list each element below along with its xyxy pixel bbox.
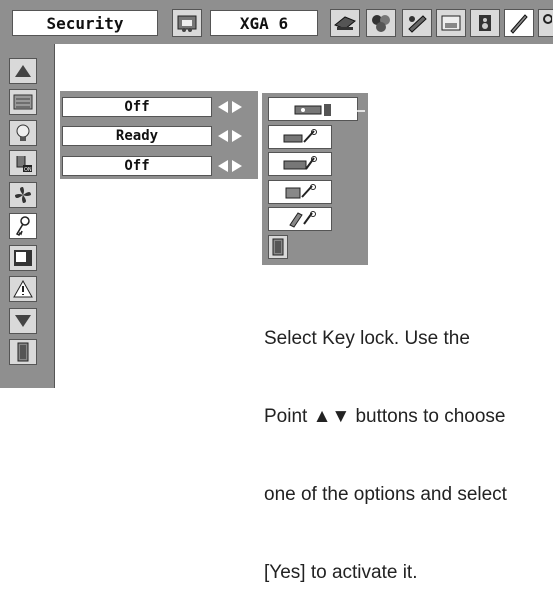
source-label: XGA 6 [210,10,318,36]
left-right-arrow-icon[interactable] [216,126,244,146]
fan-icon[interactable] [9,182,37,208]
instructions-line-1: Select Key lock. Use the [264,328,470,349]
up-arrow-icon[interactable] [9,58,37,84]
instructions-line-3: one of the options and select [264,484,507,505]
left-right-arrow-icon[interactable] [216,156,244,176]
exit-icon[interactable] [9,339,37,365]
selection-arrow-icon [340,102,366,117]
key-lock-remote-icon[interactable] [268,125,332,149]
instructions-text: Select Key lock. Use the Point ▲▼ button… [264,274,553,612]
security-option-1[interactable]: Off [62,97,212,117]
screen-icon[interactable] [9,245,37,271]
left-right-arrow-icon[interactable] [216,97,244,117]
key-lock-icon[interactable] [538,9,553,37]
divider [54,44,55,388]
pc-adjust-icon[interactable] [172,9,202,37]
exit-icon[interactable] [268,235,288,259]
svg-text:ON: ON [24,167,32,173]
setting-icon[interactable] [504,9,534,37]
key-icon[interactable] [9,213,37,239]
image-select-icon[interactable] [330,9,360,37]
lamp-icon[interactable] [9,120,37,146]
security-option-3[interactable]: Off [62,156,212,176]
keypad-icon[interactable] [9,89,37,115]
key-lock-projector-icon[interactable] [268,152,332,176]
warning-icon[interactable] [9,276,37,302]
sound-icon[interactable] [470,9,500,37]
down-arrow-icon[interactable] [9,308,37,334]
on-start-icon[interactable]: ON [9,150,37,176]
screen-adjust-icon[interactable] [402,9,432,37]
menu-title: Security [12,10,158,36]
key-lock-both-icon[interactable] [268,180,332,204]
screen-icon[interactable] [436,9,466,37]
key-lock-all-icon[interactable] [268,207,332,231]
security-option-2[interactable]: Ready [62,126,212,146]
image-adjust-icon[interactable] [366,9,396,37]
instructions-line-4: [Yes] to activate it. [264,562,418,583]
instructions-line-2: Point ▲▼ buttons to choose [264,406,506,427]
